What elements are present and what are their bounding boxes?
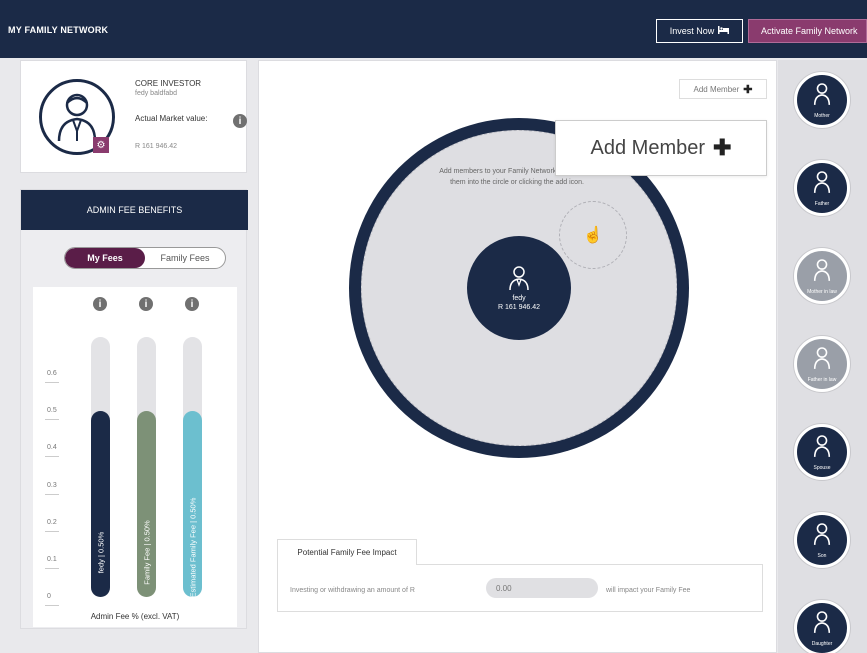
bar-label: Family Fee | 0.50% [142,520,151,585]
bar-label: fedy | 0.50% [96,531,105,574]
core-investor-card: ⚙ CORE INVESTOR fedy baldfabd Actual Mar… [20,60,247,173]
bar-info-icon[interactable]: i [139,297,153,311]
y-tick-mark [45,419,59,421]
invest-now-label: Invest Now [669,26,715,36]
pointer-hand-icon: ☝ [583,227,603,244]
tab-my-fees[interactable]: My Fees [65,248,145,268]
relative-son[interactable]: Son [794,512,850,568]
person-icon [812,610,832,639]
top-bar: MY FAMILY NETWORK Invest Now Activate Fa… [0,0,867,58]
y-tick-label: 0.1 [47,555,57,563]
relative-label: Mother in law [807,288,837,295]
tab-family-fees[interactable]: Family Fees [145,248,225,268]
center-member-value: R 161 946.42 [497,304,541,311]
impact-suffix-text: will impact your Family Fee [606,587,691,594]
bar-info-icon[interactable]: i [93,297,107,311]
empty-member-slot[interactable]: ☝ [559,201,627,269]
relatives-sidebar: Mother Father Mother in law Father in law Sp… [778,60,867,653]
y-tick-mark [45,605,59,606]
y-tick-label: 0.4 [47,444,57,452]
plus-icon: ✚ [743,83,753,96]
relative-label: Daughter [811,640,833,647]
bar-info-icon[interactable]: i [185,297,199,311]
y-tick-label: 0.5 [47,407,57,415]
bed-icon [718,26,730,36]
y-tick-label: 0.6 [47,370,57,378]
center-member-name: fedy [512,295,526,302]
y-tick-mark [45,567,59,569]
relative-father-in-law[interactable]: Father in law [794,336,850,392]
relative-label: Spouse [813,464,831,471]
bar-track: fedy | 0.50% [91,337,110,597]
market-value-info-icon[interactable]: i [233,114,247,128]
admin-fee-benefits-header: ADMIN FEE BENEFITS [21,190,248,230]
person-icon [812,258,832,287]
investor-username: fedy baldfabd [135,90,178,97]
page-title: MY FAMILY NETWORK [8,25,109,35]
y-tick-mark [45,382,59,384]
relative-label: Mother [814,112,830,119]
market-value-label: Actual Market value: [135,114,208,123]
bar[interactable]: fedy | 0.50% [91,411,110,597]
bar[interactable]: Family Fee | 0.50% [137,411,156,597]
relative-father[interactable]: Father [794,160,850,216]
bar[interactable]: Estimated Family Fee | 0.50% [183,411,202,597]
add-member-button[interactable]: Add Member ✚ [679,79,767,99]
relative-label: Son [817,552,827,559]
person-icon [812,346,832,375]
y-tick-label: 0 [47,593,51,600]
bar-track: Family Fee | 0.50% [137,337,156,597]
relative-label: Father in law [807,376,837,383]
core-investor-node[interactable]: fedy R 161 946.42 [467,236,571,340]
chart-caption: Admin Fee % (excl. VAT) [90,612,180,621]
activate-family-network-button[interactable]: Activate Family Network [748,19,867,43]
invest-now-button[interactable]: Invest Now [656,19,743,43]
y-tick-mark [45,493,59,495]
y-tick-label: 0.2 [47,518,57,526]
investor-avatar-icon [57,93,97,142]
bar-label: Estimated Family Fee | 0.50% [188,497,197,597]
bar-track: Estimated Family Fee | 0.50% [183,337,202,597]
relative-mother-in-law[interactable]: Mother in law [794,248,850,304]
y-tick-mark [45,530,59,532]
relative-spouse[interactable]: Spouse [794,424,850,480]
person-icon [812,170,832,199]
relative-mother[interactable]: Mother [794,72,850,128]
y-tick-mark [45,456,59,458]
relative-daughter[interactable]: Daughter [794,600,850,653]
add-member-label: Add Member [693,84,740,94]
investor-role: CORE INVESTOR [135,79,202,88]
tab-potential-family-fee-impact[interactable]: Potential Family Fee Impact [277,539,417,565]
admin-fee-benefits-panel: ADMIN FEE BENEFITS My Fees Family Fees A… [20,189,248,629]
person-icon [812,82,832,111]
callout-label: Add Member [590,136,706,159]
admin-fee-chart: Admin Fee % (excl. VAT) 0 0.1 0.2 0.3 0.4 0.5… [33,287,237,627]
relative-label: Father [814,200,830,207]
fee-impact-box: Investing or withdrawing an amount of R … [277,564,763,612]
investor-icon [509,266,529,291]
fees-toggle: My Fees Family Fees [64,247,226,269]
person-icon [812,522,832,551]
person-icon [812,434,832,463]
settings-gear-icon[interactable]: ⚙ [93,137,109,153]
plus-icon: ✚ [713,135,732,160]
impact-prefix-text: Investing or withdrawing an amount of R [290,587,415,594]
impact-amount-input[interactable] [486,578,598,598]
y-tick-label: 0.3 [47,481,57,489]
market-value: R 161 946.42 [135,143,178,150]
add-member-callout[interactable]: Add Member ✚ [555,120,767,176]
